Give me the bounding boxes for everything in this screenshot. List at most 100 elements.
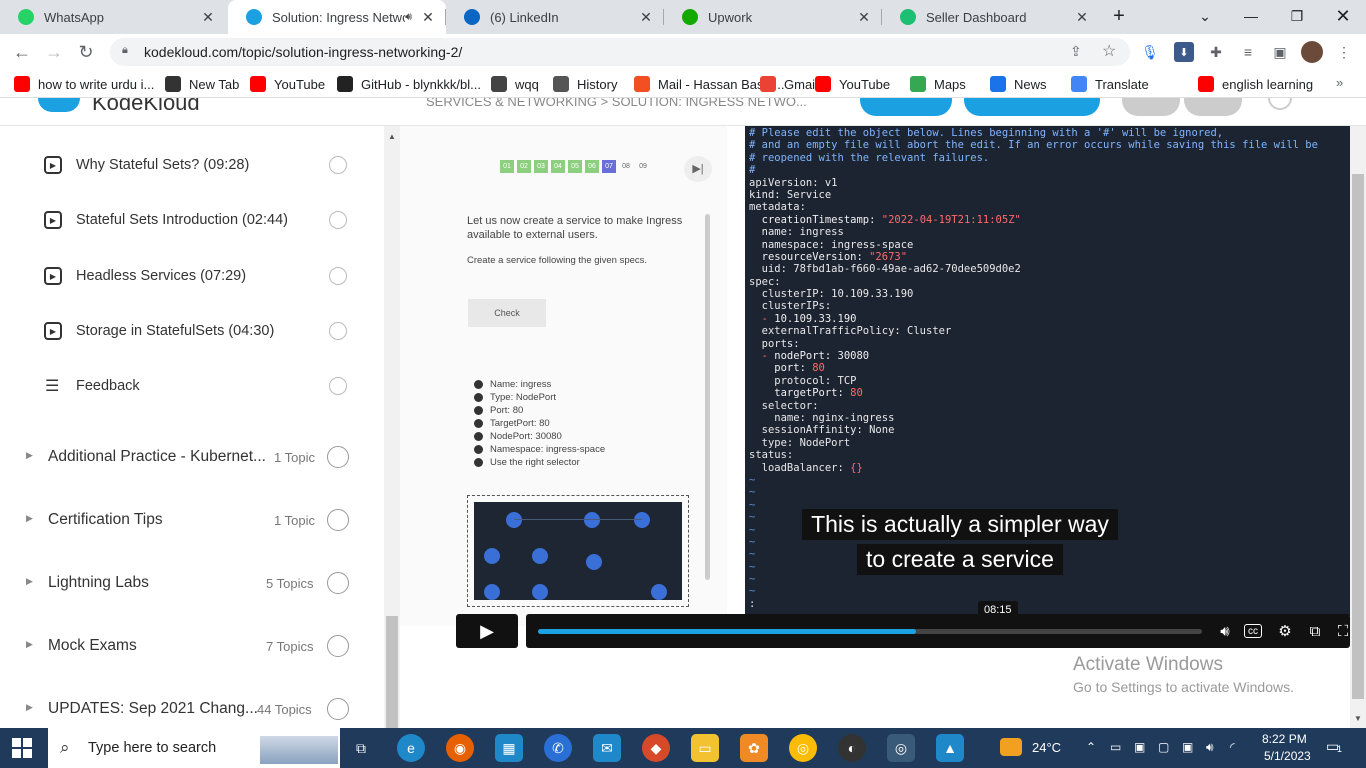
- close-tab-icon[interactable]: ✕: [856, 9, 872, 26]
- breadcrumb[interactable]: SERVICES & NETWORKING > SOLUTION: INGRES…: [426, 98, 807, 109]
- chrome-active-icon[interactable]: ◎: [887, 734, 915, 762]
- expand-triangle-icon[interactable]: ▶: [26, 639, 33, 650]
- captions-icon[interactable]: cc: [1244, 624, 1262, 638]
- course-section[interactable]: ▶ Lightning Labs 5 Topics: [0, 564, 370, 604]
- close-window-button[interactable]: ✕: [1320, 0, 1366, 32]
- volume-icon[interactable]: 🔊︎: [1214, 621, 1236, 641]
- chrome-menu-icon[interactable]: ⋮: [1334, 42, 1354, 62]
- bookmark-item[interactable]: Gmail: [760, 75, 818, 93]
- photos-icon[interactable]: ▲: [936, 734, 964, 762]
- video-player[interactable]: 01 02 03 04 05 06 07 08 09 ▶| Let us now create …: [400, 126, 1350, 716]
- scroll-up-icon[interactable]: ▲: [388, 132, 396, 141]
- microphone-icon[interactable]: 🎙︎: [1140, 42, 1160, 62]
- bookmark-item[interactable]: GitHub - blynkkk/bl...: [337, 75, 481, 93]
- lesson-item[interactable]: ▶ Storage in StatefulSets (04:30): [0, 313, 370, 349]
- app-orange-icon[interactable]: ✿: [740, 734, 768, 762]
- firefox-icon[interactable]: ◉: [446, 734, 474, 762]
- reading-list-icon[interactable]: ≡: [1238, 42, 1258, 62]
- battery-icon[interactable]: ▢: [1158, 740, 1169, 754]
- fullscreen-icon[interactable]: ⛶: [1332, 621, 1350, 641]
- bookmark-item[interactable]: wqq: [491, 75, 539, 93]
- bookmark-item[interactable]: YouTube: [815, 75, 890, 93]
- profile-avatar[interactable]: [1301, 41, 1323, 63]
- course-section[interactable]: ▶ Mock Exams 7 Topics: [0, 627, 370, 667]
- lesson-item[interactable]: ☰ Feedback: [0, 368, 370, 404]
- new-tab-button[interactable]: +: [1108, 6, 1130, 28]
- course-section[interactable]: ▶ Certification Tips 1 Topic: [0, 501, 370, 541]
- tab-2[interactable]: (6) LinkedIn ✕: [446, 0, 664, 34]
- mark-complete-button[interactable]: [964, 98, 1100, 116]
- network-icon[interactable]: ▭: [1110, 740, 1121, 754]
- scroll-down-icon[interactable]: ▼: [1354, 714, 1362, 723]
- more-bookmarks-icon[interactable]: »: [1336, 75, 1343, 90]
- nav-button[interactable]: [860, 98, 952, 116]
- forward-button[interactable]: →: [40, 38, 68, 66]
- close-tab-icon[interactable]: ✕: [420, 9, 436, 26]
- play-button[interactable]: ▶: [456, 614, 518, 648]
- lesson-item[interactable]: ▶ Headless Services (07:29): [0, 258, 370, 294]
- bookmark-item[interactable]: how to write urdu i...: [14, 75, 154, 93]
- bookmark-star-icon[interactable]: ☆: [1102, 41, 1116, 61]
- chrome-icon[interactable]: ◎: [789, 734, 817, 762]
- site-logo[interactable]: KodeKloud: [92, 98, 200, 116]
- store-icon[interactable]: ▦: [495, 734, 523, 762]
- bookmark-item[interactable]: YouTube: [250, 75, 325, 93]
- picture-in-picture-icon[interactable]: ⧉: [1304, 621, 1326, 641]
- weather-icon[interactable]: [1000, 738, 1022, 756]
- reload-button[interactable]: ↻: [72, 38, 100, 66]
- clock-time[interactable]: 8:22 PM: [1262, 732, 1307, 746]
- scroll-thumb[interactable]: [386, 616, 398, 728]
- course-section[interactable]: ▶ Additional Practice - Kubernet... 1 Topi…: [0, 438, 370, 478]
- page-scrollbar[interactable]: ▼: [1350, 126, 1366, 728]
- bookmark-item[interactable]: News: [990, 75, 1047, 93]
- show-hidden-icons[interactable]: ⌃: [1086, 740, 1096, 754]
- side-panel-icon[interactable]: ▣: [1270, 42, 1290, 62]
- weather-temp[interactable]: 24°C: [1032, 740, 1061, 755]
- mail-icon[interactable]: ✉: [593, 734, 621, 762]
- tab-3[interactable]: Upwork ✕: [664, 0, 882, 34]
- bookmark-item[interactable]: History: [553, 75, 617, 93]
- audio-icon[interactable]: 🔊︎: [405, 11, 412, 24]
- bookmark-item[interactable]: english learning: [1198, 75, 1313, 93]
- download-extension-icon[interactable]: ⬇: [1174, 42, 1194, 62]
- tray-app-icon-2[interactable]: ▣: [1182, 740, 1193, 754]
- tray-app-icon[interactable]: ▣: [1134, 740, 1145, 754]
- edge-icon[interactable]: e: [397, 734, 425, 762]
- file-explorer-icon[interactable]: ▭: [691, 734, 719, 762]
- lesson-item[interactable]: ▶ Stateful Sets Introduction (02:44): [0, 202, 370, 238]
- share-icon[interactable]: ⇪: [1070, 43, 1082, 60]
- bookmark-item[interactable]: Translate: [1071, 75, 1149, 93]
- expand-triangle-icon[interactable]: ▶: [26, 702, 33, 713]
- minimize-button[interactable]: —: [1228, 0, 1274, 32]
- prev-lesson-button[interactable]: [1122, 98, 1180, 116]
- next-lesson-button[interactable]: [1184, 98, 1242, 116]
- expand-triangle-icon[interactable]: ▶: [26, 450, 33, 461]
- start-button[interactable]: [12, 738, 32, 758]
- ruby-app-icon[interactable]: ◆: [642, 734, 670, 762]
- tab-search-icon[interactable]: ⌄: [1182, 0, 1228, 32]
- restore-button[interactable]: ❐: [1274, 0, 1320, 32]
- tab-1[interactable]: Solution: Ingress Networ 🔊︎ ✕: [228, 0, 446, 34]
- expand-triangle-icon[interactable]: ▶: [26, 513, 33, 524]
- close-tab-icon[interactable]: ✕: [1074, 9, 1090, 26]
- close-tab-icon[interactable]: ✕: [200, 9, 216, 26]
- sidebar-scrollbar[interactable]: ▲: [384, 126, 400, 728]
- bookmark-item[interactable]: Maps: [910, 75, 966, 93]
- task-view-icon[interactable]: ⧉: [347, 734, 375, 762]
- close-tab-icon[interactable]: ✕: [638, 9, 654, 26]
- extensions-icon[interactable]: ✚: [1206, 42, 1226, 62]
- seek-bar[interactable]: 08:15: [538, 601, 1202, 634]
- clock-date[interactable]: 5/1/2023: [1264, 749, 1311, 763]
- back-button[interactable]: ←: [8, 38, 36, 66]
- address-bar[interactable]: 🔒︎ kodekloud.com/topic/solution-ingress-…: [110, 38, 1130, 66]
- taskbar-search[interactable]: ⌕ Type here to search: [48, 728, 340, 768]
- settings-icon[interactable]: ⚙: [1274, 621, 1296, 641]
- scroll-thumb[interactable]: [1352, 174, 1364, 699]
- course-section[interactable]: ▶ UPDATES: Sep 2021 Chang... 44 Topics: [0, 690, 370, 728]
- wifi-icon[interactable]: ◜: [1230, 740, 1235, 754]
- tab-0[interactable]: WhatsApp ✕: [0, 0, 226, 34]
- lesson-item[interactable]: ▶ Why Stateful Sets? (09:28): [0, 147, 370, 183]
- expand-triangle-icon[interactable]: ▶: [26, 576, 33, 587]
- phone-link-icon[interactable]: ✆: [544, 734, 572, 762]
- bookmark-item[interactable]: New Tab: [165, 75, 239, 93]
